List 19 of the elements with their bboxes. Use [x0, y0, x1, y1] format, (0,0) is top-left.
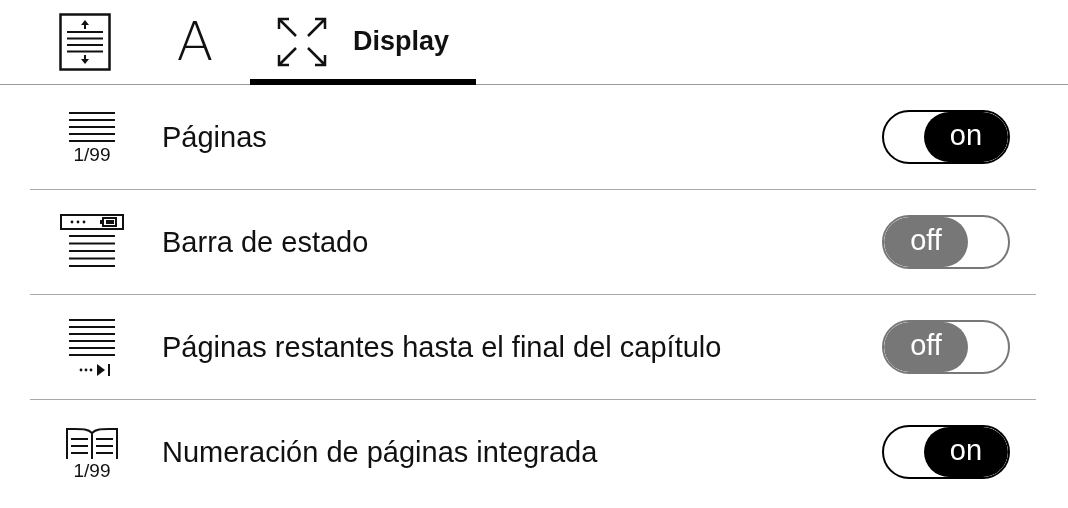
toggle-switch[interactable]: on [882, 110, 1010, 164]
setting-label: Páginas restantes hasta el final del capítulo [162, 330, 723, 364]
pages-icon [69, 110, 115, 143]
tab-label: Display [352, 26, 449, 57]
toggle-switch[interactable]: on [882, 425, 1010, 479]
toggle-switch[interactable]: off [882, 215, 1010, 269]
toggle-switch[interactable]: off [882, 320, 1010, 374]
page-number-label: 1/99 [73, 144, 111, 164]
tab[interactable]: Display [250, 0, 476, 85]
font-icon: A [176, 14, 214, 69]
status-bar-icon [60, 214, 124, 270]
expand-icon [276, 16, 327, 67]
setting-label: Páginas [162, 120, 268, 154]
remaining-pages-icon [69, 318, 115, 376]
setting-label: Numeración de páginas integrada [162, 435, 599, 469]
setting-label: Barra de estado [162, 225, 370, 259]
line-spacing-icon [59, 12, 111, 71]
page-number-label: 1/99 [73, 460, 111, 480]
tab[interactable]: A [140, 0, 250, 85]
